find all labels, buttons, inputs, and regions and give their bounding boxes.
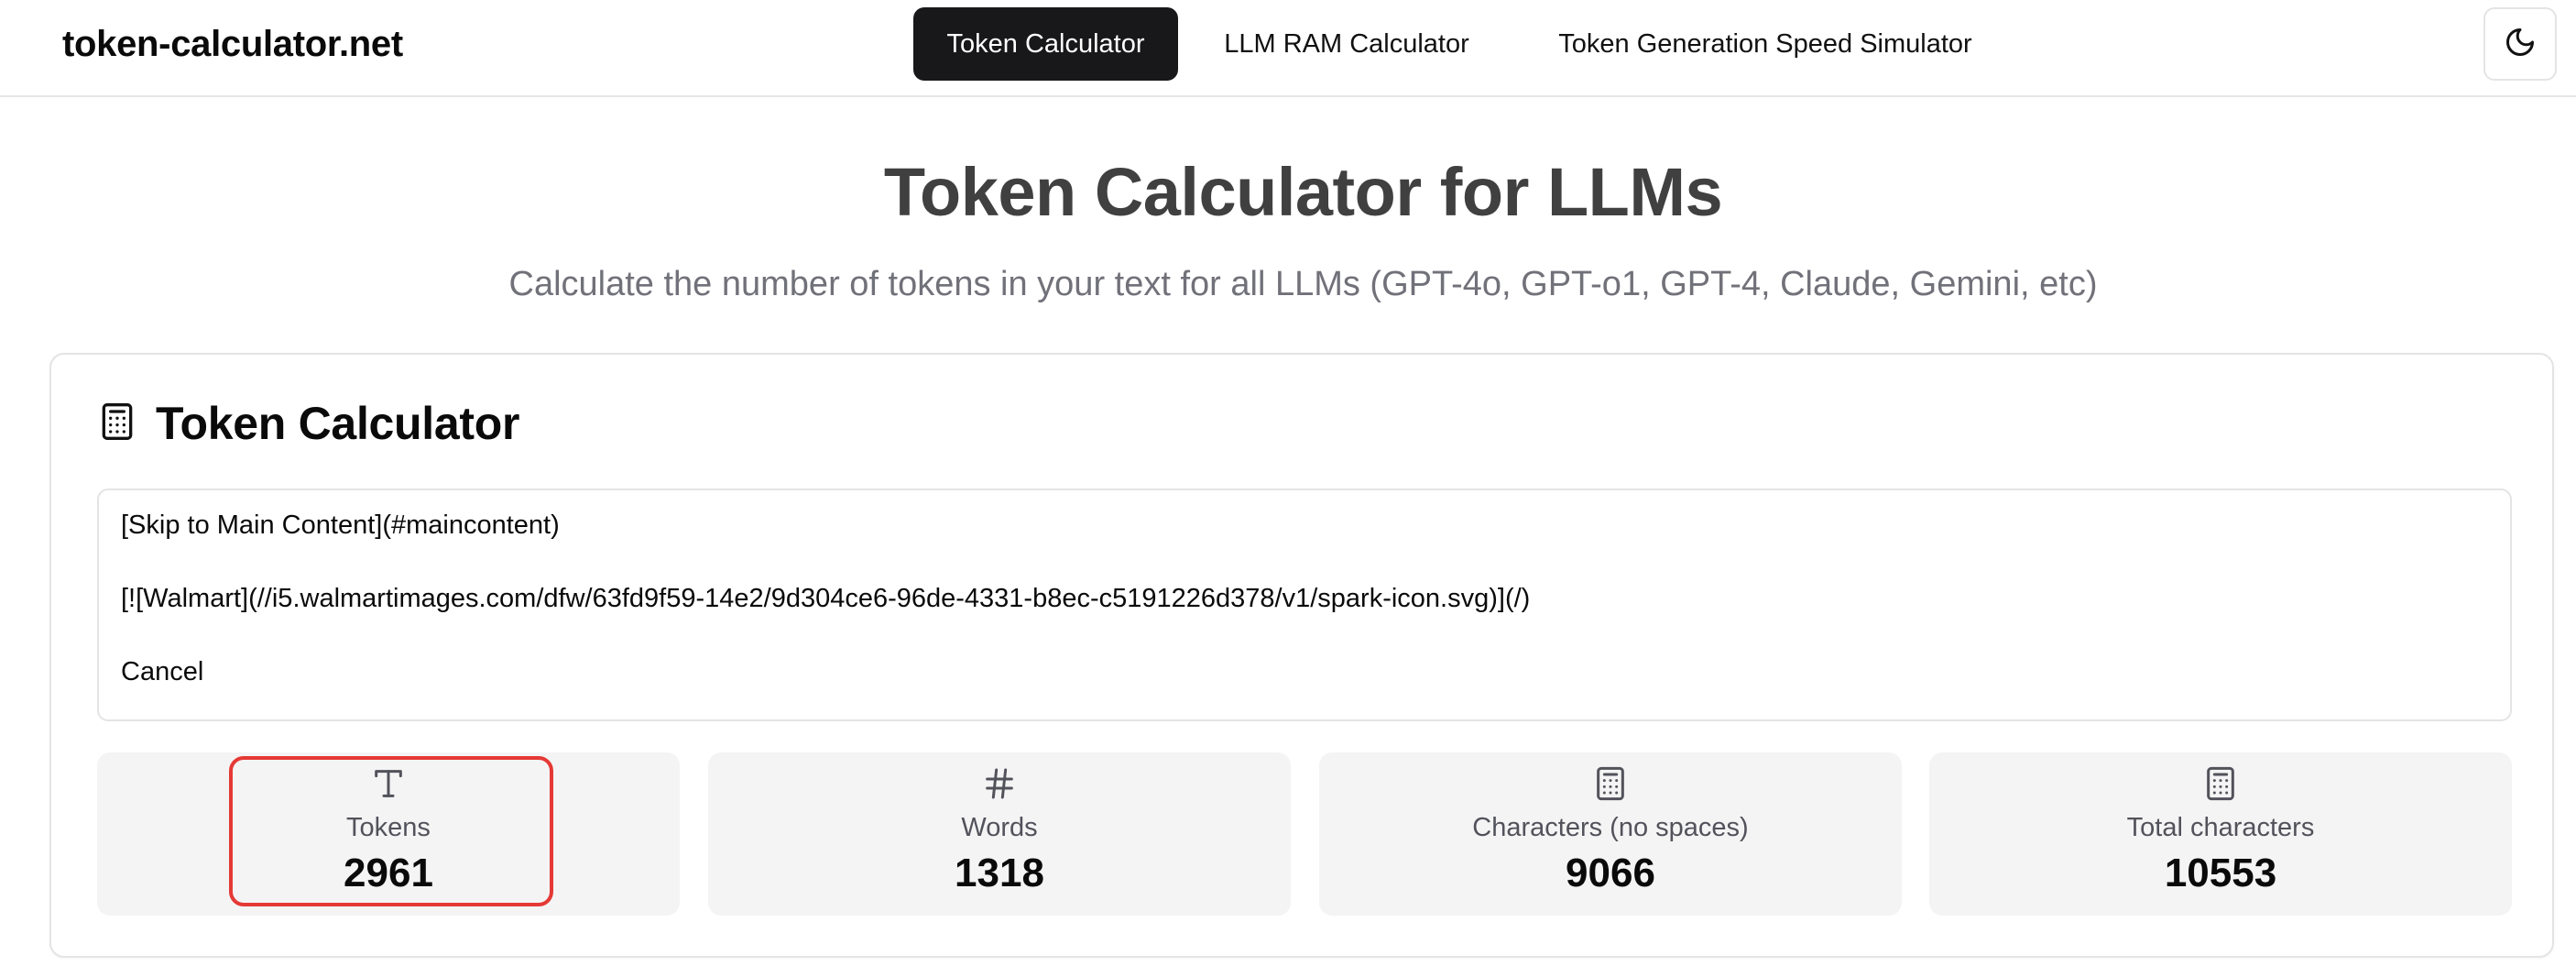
- top-nav-bar: token-calculator.net Token Calculator LL…: [0, 0, 2576, 97]
- input-line: Cancel: [121, 657, 204, 686]
- stat-label: Characters (no spaces): [1472, 813, 1749, 842]
- moon-icon: [2504, 26, 2537, 63]
- input-line: [![Walmart](//i5.walmartimages.com/dfw/6…: [121, 584, 1531, 613]
- calculator-icon: [1319, 765, 1902, 806]
- calculator-icon: [1929, 765, 2512, 806]
- nav-tab-token-calculator[interactable]: Token Calculator: [913, 7, 1178, 81]
- stat-label: Total characters: [2126, 813, 2315, 842]
- stat-tokens: Tokens 2961: [97, 752, 680, 916]
- text-input-area[interactable]: [Skip to Main Content](#maincontent) [![…: [97, 488, 2512, 721]
- main-nav: Token Calculator LLM RAM Calculator Toke…: [913, 7, 2015, 81]
- stat-label: Words: [961, 813, 1038, 842]
- hash-icon: [708, 765, 1291, 806]
- stat-words: Words 1318: [708, 752, 1291, 916]
- stat-value: 9066: [1566, 851, 1655, 895]
- nav-tab-llm-ram-calculator[interactable]: LLM RAM Calculator: [1178, 7, 1515, 81]
- page-title: Token Calculator for LLMs: [883, 154, 1723, 230]
- input-line: [Skip to Main Content](#maincontent): [121, 510, 560, 540]
- token-calculator-card: Token Calculator [Skip to Main Content](…: [49, 353, 2554, 958]
- stat-value: 10553: [2164, 851, 2277, 895]
- stat-total-characters: Total characters 10553: [1929, 752, 2512, 916]
- stat-value: 1318: [955, 851, 1044, 895]
- card-header: Token Calculator: [97, 391, 519, 456]
- calculator-icon: [97, 399, 137, 449]
- site-brand-link[interactable]: token-calculator.net: [62, 18, 403, 70]
- stats-row: Tokens 2961 Words 1318 Characters (no sp…: [97, 752, 2512, 916]
- highlight-box: [229, 756, 553, 906]
- page-subtitle: Calculate the number of tokens in your t…: [508, 265, 2098, 303]
- theme-toggle-button[interactable]: [2483, 7, 2557, 81]
- nav-tab-token-speed-simulator[interactable]: Token Generation Speed Simulator: [1515, 7, 2015, 81]
- card-title: Token Calculator: [156, 398, 520, 449]
- stat-characters-no-spaces: Characters (no spaces) 9066: [1319, 752, 1902, 916]
